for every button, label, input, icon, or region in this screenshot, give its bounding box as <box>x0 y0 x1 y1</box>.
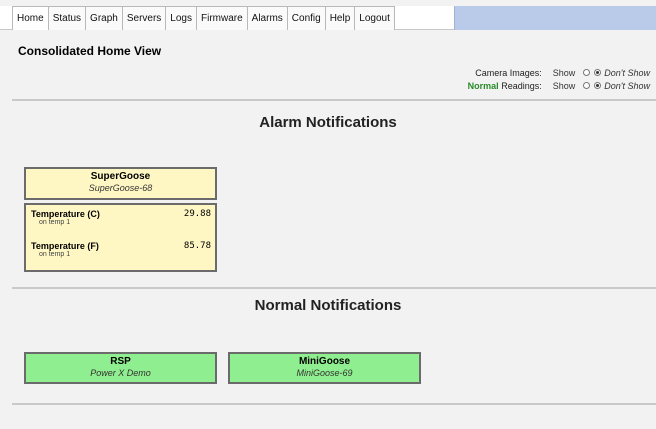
readings-dont-show-radio[interactable] <box>594 82 602 89</box>
device-card-minigoose[interactable]: MiniGoose MiniGoose-69 <box>228 352 421 384</box>
nav-filler-bar <box>454 6 656 30</box>
tab-logout[interactable]: Logout <box>354 6 395 30</box>
alarm-notifications-heading: Alarm Notifications <box>259 114 397 131</box>
tab-graph[interactable]: Graph <box>85 6 123 30</box>
tab-logs[interactable]: Logs <box>165 6 197 30</box>
device-subtitle: MiniGoose-69 <box>296 368 353 378</box>
tab-servers[interactable]: Servers <box>121 6 167 30</box>
tab-help[interactable]: Help <box>324 6 356 30</box>
normal-notifications-heading: Normal Notifications <box>254 297 402 314</box>
reading-value: 29.88 <box>183 209 211 219</box>
camera-show-radio[interactable] <box>583 69 591 76</box>
page: Home Status Graph Servers Logs Firmware … <box>0 0 656 429</box>
reading-value: 85.78 <box>183 241 211 251</box>
display-options: Camera Images: Show Don't Show Normal Re… <box>468 66 650 92</box>
device-subtitle: SuperGoose-68 <box>88 183 153 193</box>
reading-item: Temperature (C) 29.88 on temp 1 <box>31 209 211 226</box>
camera-show-label: Show <box>552 67 576 78</box>
reading-sensor: on temp 1 <box>39 251 71 258</box>
top-nav: Home Status Graph Servers Logs Firmware … <box>0 6 656 30</box>
camera-dont-show-radio[interactable] <box>594 69 602 76</box>
device-name: RSP <box>110 356 131 367</box>
normal-readings-label: Normal Readings: <box>468 81 542 91</box>
normal-readings-option: Normal Readings: Show Don't Show <box>468 79 650 92</box>
readings-dont-show-label: Don't Show <box>604 80 650 91</box>
tab-alarms[interactable]: Alarms <box>246 6 288 30</box>
reading-label: Temperature (C) <box>31 209 100 219</box>
readings-show-radio[interactable] <box>583 82 591 89</box>
tab-config[interactable]: Config <box>286 6 326 30</box>
page-title: Consolidated Home View <box>18 44 162 58</box>
readings-show-label: Show <box>552 80 576 91</box>
device-name: MiniGoose <box>298 356 351 367</box>
reading-sensor: on temp 1 <box>39 219 71 226</box>
device-card-supergoose[interactable]: SuperGoose SuperGoose-68 <box>24 167 217 200</box>
readings-word: Readings: <box>501 80 542 91</box>
normal-word: Normal <box>467 80 499 91</box>
tab-status[interactable]: Status <box>47 6 87 30</box>
camera-images-label: Camera Images: <box>475 67 542 78</box>
reading-item: Temperature (F) 85.78 on temp 1 <box>31 241 211 258</box>
camera-images-option: Camera Images: Show Don't Show <box>468 66 650 79</box>
device-subtitle: Power X Demo <box>90 368 151 378</box>
camera-dont-show-label: Don't Show <box>604 67 650 78</box>
divider <box>12 99 656 101</box>
nav-tabs: Home Status Graph Servers Logs Firmware … <box>12 6 395 30</box>
reading-label: Temperature (F) <box>31 241 99 251</box>
device-name: SuperGoose <box>90 171 151 182</box>
alarm-readings: Temperature (C) 29.88 on temp 1 Temperat… <box>24 203 217 272</box>
divider <box>12 403 656 405</box>
tab-home[interactable]: Home <box>12 6 49 30</box>
divider <box>12 287 656 289</box>
device-card-rsp[interactable]: RSP Power X Demo <box>24 352 217 384</box>
tab-firmware[interactable]: Firmware <box>195 6 248 30</box>
